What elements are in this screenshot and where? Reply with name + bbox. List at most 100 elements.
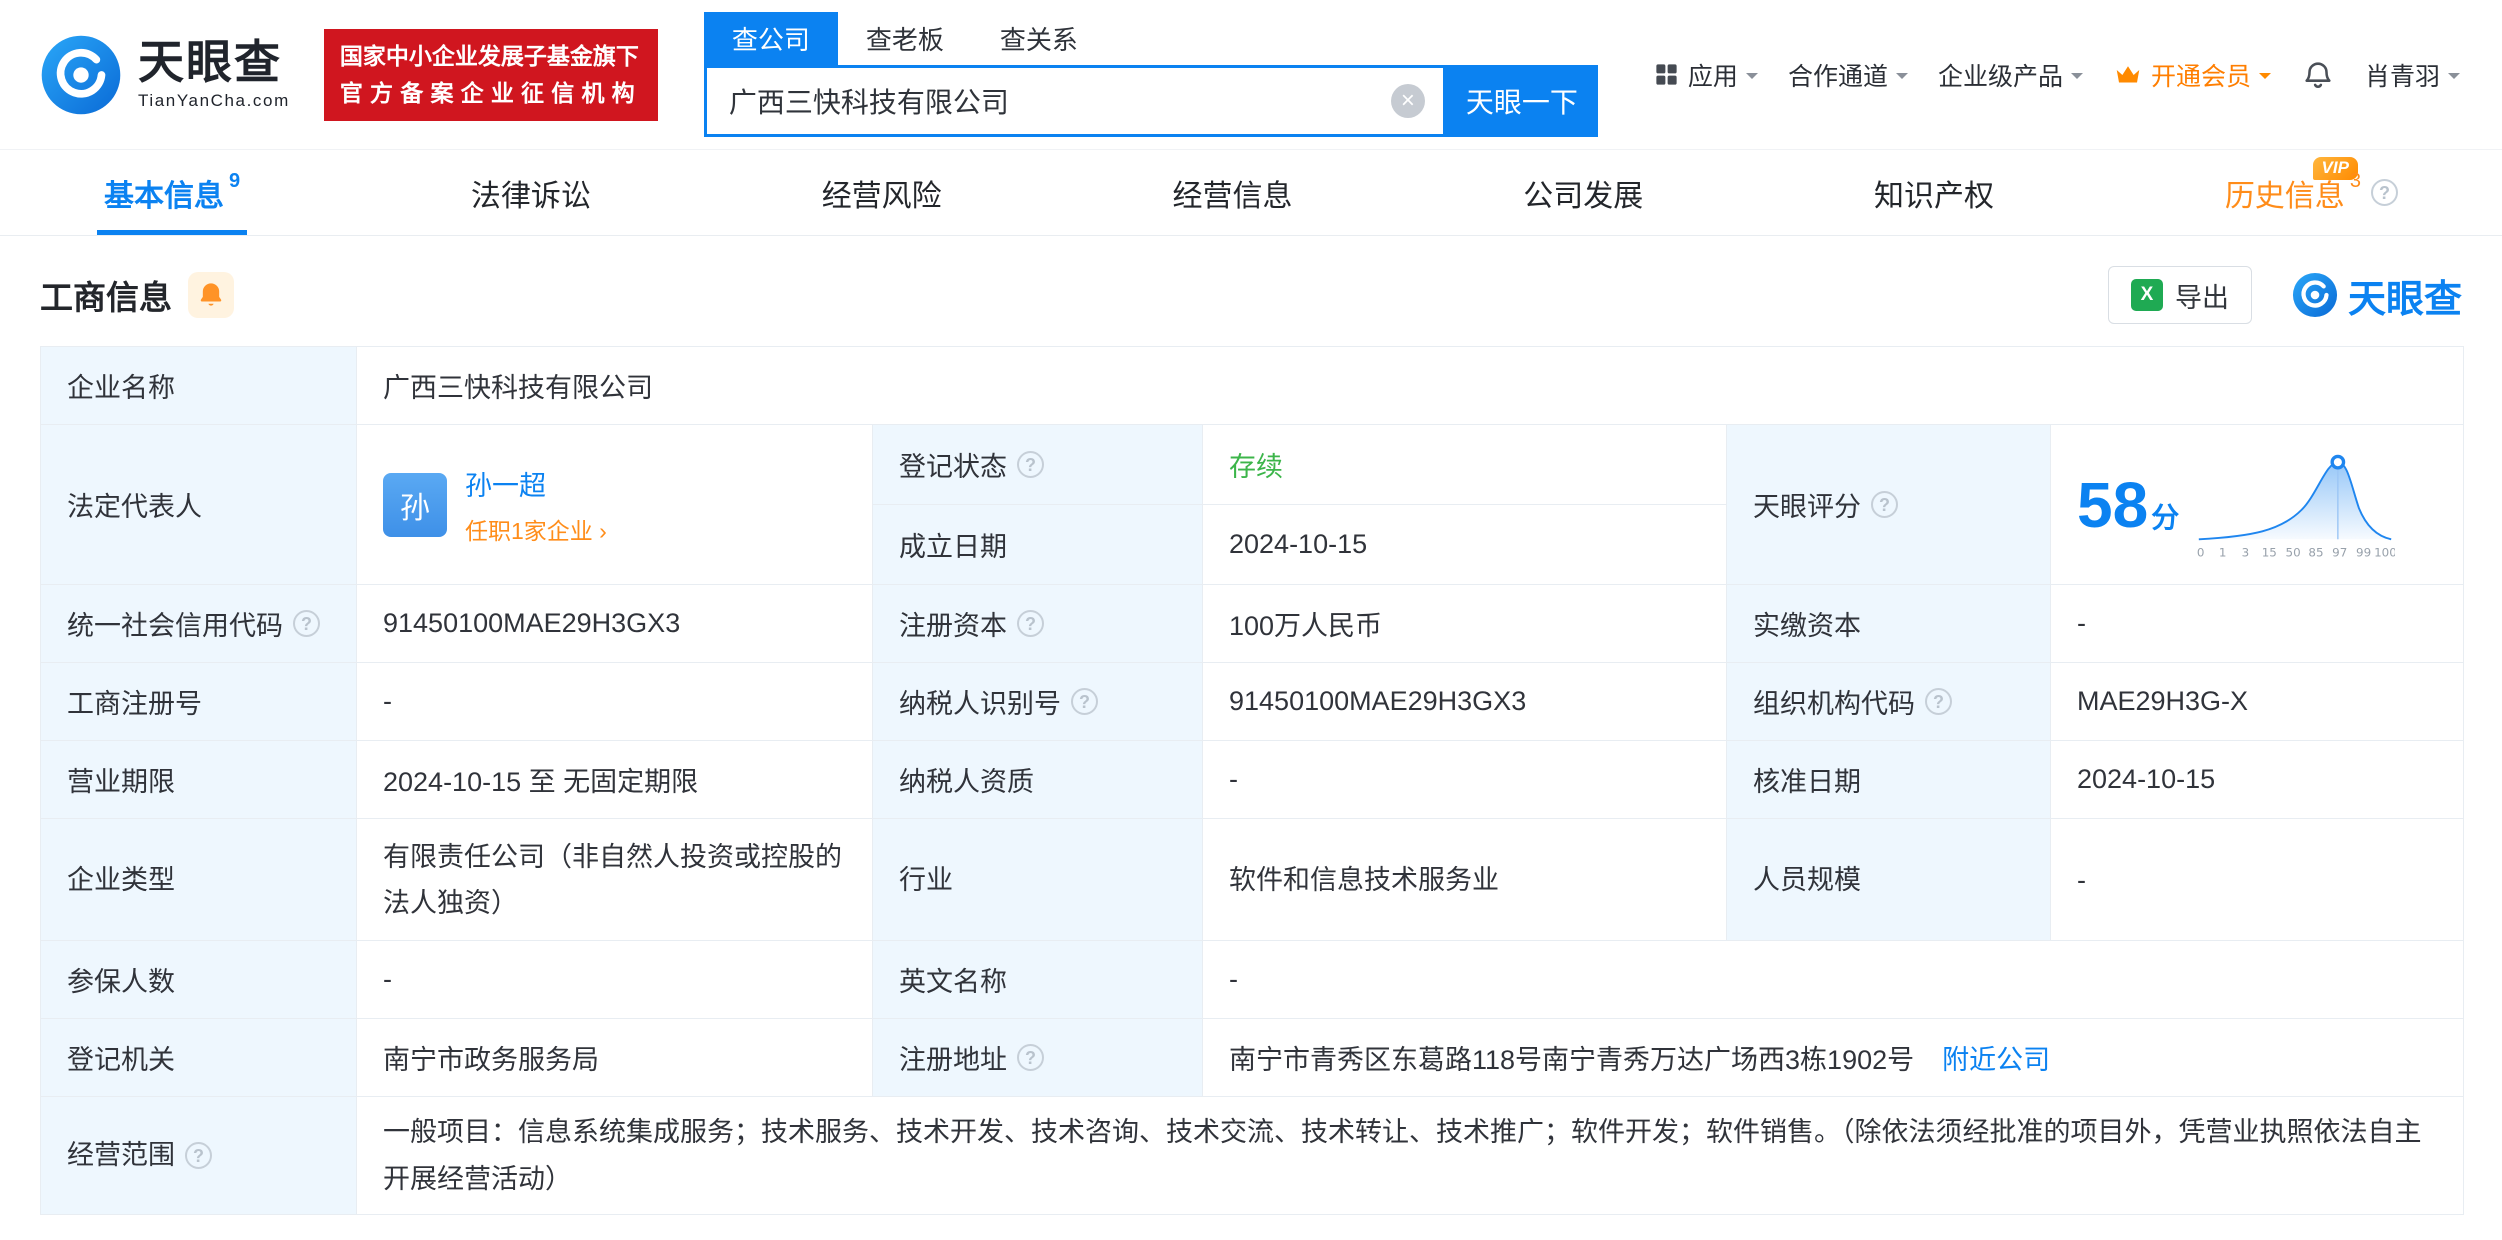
svg-text:0: 0 [2197, 545, 2205, 559]
business-scope-value: 一般项目：信息系统集成服务；技术服务、技术开发、技术咨询、技术交流、技术转让、技… [357, 1097, 2464, 1215]
business-info-table: 企业名称 广西三快科技有限公司 法定代表人 孙 孙一超 任职1家企业 › 登记状… [40, 346, 2464, 1215]
field-label: 法定代表人 [41, 425, 357, 585]
reg-status-value: 存续 [1203, 425, 1727, 505]
help-icon[interactable] [1017, 610, 1044, 637]
score-distribution-chart: 0 1 3 15 50 85 97 99 100 [2195, 446, 2395, 564]
chevron-down-icon [1896, 73, 1908, 85]
tab-label: 法律诉讼 [471, 171, 591, 215]
search-button[interactable]: 天眼一下 [1446, 65, 1598, 137]
tab-legal-proceedings[interactable]: 法律诉讼 [471, 150, 591, 235]
top-header: 天眼查 TianYanCha.com 国家中小企业发展子基金旗下 官方备案企业征… [0, 0, 2502, 150]
field-label: 行业 [873, 819, 1203, 941]
export-button[interactable]: 导出 [2108, 266, 2252, 324]
legal-rep-link[interactable]: 孙一超 [465, 464, 607, 503]
svg-text:85: 85 [2309, 545, 2324, 559]
apps-grid-icon [1653, 61, 1680, 88]
help-icon[interactable] [293, 610, 320, 637]
table-row: 工商注册号 - 纳税人识别号 91450100MAE29H3GX3 组织机构代码… [41, 663, 2464, 741]
search-input-wrap [704, 65, 1446, 137]
field-label: 经营范围 [67, 1132, 175, 1179]
help-icon[interactable] [1071, 688, 1098, 715]
tab-label: 知识产权 [1874, 171, 1994, 215]
field-label: 注册资本 [899, 604, 1007, 643]
user-menu[interactable]: 肖青羽 [2365, 57, 2460, 93]
nav-enterprise-products[interactable]: 企业级产品 [1938, 57, 2083, 93]
watermark-logo: 天眼查 [2292, 268, 2462, 323]
field-label: 天眼评分 [1753, 485, 1861, 524]
approval-date-value: 2024-10-15 [2051, 741, 2464, 819]
english-name-value: - [1203, 941, 2464, 1019]
tab-basic-info[interactable]: 基本信息 9 [104, 150, 240, 235]
brand-domain: TianYanCha.com [138, 91, 290, 111]
help-icon[interactable] [2371, 179, 2398, 206]
table-row: 经营范围 一般项目：信息系统集成服务；技术服务、技术开发、技术咨询、技术交流、技… [41, 1097, 2464, 1215]
legal-rep-cell: 孙 孙一超 任职1家企业 › [357, 425, 873, 585]
establish-date-value: 2024-10-15 [1203, 505, 1727, 585]
table-row: 参保人数 - 英文名称 - [41, 941, 2464, 1019]
clear-search-icon[interactable] [1391, 84, 1425, 118]
table-row: 统一社会信用代码 91450100MAE29H3GX3 注册资本 100万人民币… [41, 585, 2464, 663]
table-row: 企业类型 有限责任公司（非自然人投资或控股的法人独资） 行业 软件和信息技术服务… [41, 819, 2464, 941]
field-label: 企业名称 [41, 347, 357, 425]
help-icon[interactable] [1017, 1044, 1044, 1071]
nearby-companies-link[interactable]: 附近公司 [1942, 1038, 2050, 1077]
monitor-bell-button[interactable] [188, 272, 234, 318]
taxpayer-id-value: 91450100MAE29H3GX3 [1203, 663, 1727, 741]
chevron-down-icon [2448, 73, 2460, 85]
industry-value: 软件和信息技术服务业 [1203, 819, 1727, 941]
nav-apps[interactable]: 应用 [1653, 57, 1758, 93]
field-label-cell: 注册资本 [873, 585, 1203, 663]
field-label-cell: 组织机构代码 [1727, 663, 2051, 741]
avatar[interactable]: 孙 [383, 473, 447, 537]
table-row: 营业期限 2024-10-15 至 无固定期限 纳税人资质 - 核准日期 202… [41, 741, 2464, 819]
field-label-cell: 经营范围 [41, 1097, 357, 1215]
tab-intellectual-property[interactable]: 知识产权 [1874, 150, 1994, 235]
field-label-cell: 登记状态 [873, 425, 1203, 505]
help-icon[interactable] [1871, 491, 1898, 518]
help-icon[interactable] [1017, 451, 1044, 478]
legal-rep-companies-link[interactable]: 任职1家企业 › [465, 512, 607, 546]
tab-company-development[interactable]: 公司发展 [1523, 150, 1643, 235]
top-nav: 应用 合作通道 企业级产品 开通会员 肖青羽 [1653, 57, 2460, 93]
tab-operational-risk[interactable]: 经营风险 [822, 150, 942, 235]
svg-text:15: 15 [2262, 545, 2277, 559]
search-tab-company[interactable]: 查公司 [704, 12, 838, 65]
score-cell: 58 分 0 1 [2051, 425, 2464, 585]
section-title: 工商信息 [40, 271, 172, 319]
field-label: 纳税人识别号 [899, 682, 1061, 721]
field-label-cell: 统一社会信用代码 [41, 585, 357, 663]
help-icon[interactable] [1925, 688, 1952, 715]
nav-cooperation[interactable]: 合作通道 [1788, 57, 1908, 93]
table-row: 登记机关 南宁市政务服务局 注册地址 南宁市青秀区东葛路118号南宁青秀万达广场… [41, 1019, 2464, 1097]
company-type-value: 有限责任公司（非自然人投资或控股的法人独资） [357, 819, 873, 941]
reg-address-cell: 南宁市青秀区东葛路118号南宁青秀万达广场西3栋1902号 附近公司 [1203, 1019, 2464, 1097]
field-label: 统一社会信用代码 [67, 604, 283, 643]
tianyancha-logo-icon [2292, 272, 2338, 318]
search-area: 查公司 查老板 查关系 天眼一下 [704, 12, 1598, 137]
nav-apps-label: 应用 [1688, 57, 1738, 93]
table-row: 企业名称 广西三快科技有限公司 [41, 347, 2464, 425]
table-row: 法定代表人 孙 孙一超 任职1家企业 › 登记状态 存续 [41, 425, 2464, 505]
search-tab-boss[interactable]: 查老板 [838, 12, 972, 65]
field-label: 核准日期 [1727, 741, 2051, 819]
score-unit: 分 [2151, 496, 2179, 536]
svg-text:100: 100 [2374, 545, 2395, 559]
reg-address-value: 南宁市青秀区东葛路118号南宁青秀万达广场西3栋1902号 [1229, 1038, 1914, 1077]
crown-icon [2113, 60, 2143, 90]
search-tab-relation[interactable]: 查关系 [972, 12, 1106, 65]
nav-open-vip[interactable]: 开通会员 [2113, 57, 2271, 93]
tab-business-info[interactable]: 经营信息 [1172, 150, 1292, 235]
business-term-value: 2024-10-15 至 无固定期限 [357, 741, 873, 819]
reg-capital-value: 100万人民币 [1203, 585, 1727, 663]
status-badge: 存续 [1229, 452, 1283, 482]
notification-bell[interactable] [2301, 58, 2335, 92]
help-icon[interactable] [185, 1142, 212, 1169]
tab-history-info[interactable]: VIP 历史信息 3 [2225, 150, 2398, 235]
field-label: 成立日期 [873, 505, 1203, 585]
search-input[interactable] [729, 85, 1391, 117]
tianyancha-logo[interactable]: 天眼查 TianYanCha.com [40, 34, 290, 116]
chevron-down-icon [2071, 73, 2083, 85]
credit-code-value: 91450100MAE29H3GX3 [357, 585, 873, 663]
tab-label: 经营风险 [822, 171, 942, 215]
svg-text:1: 1 [2219, 545, 2227, 559]
